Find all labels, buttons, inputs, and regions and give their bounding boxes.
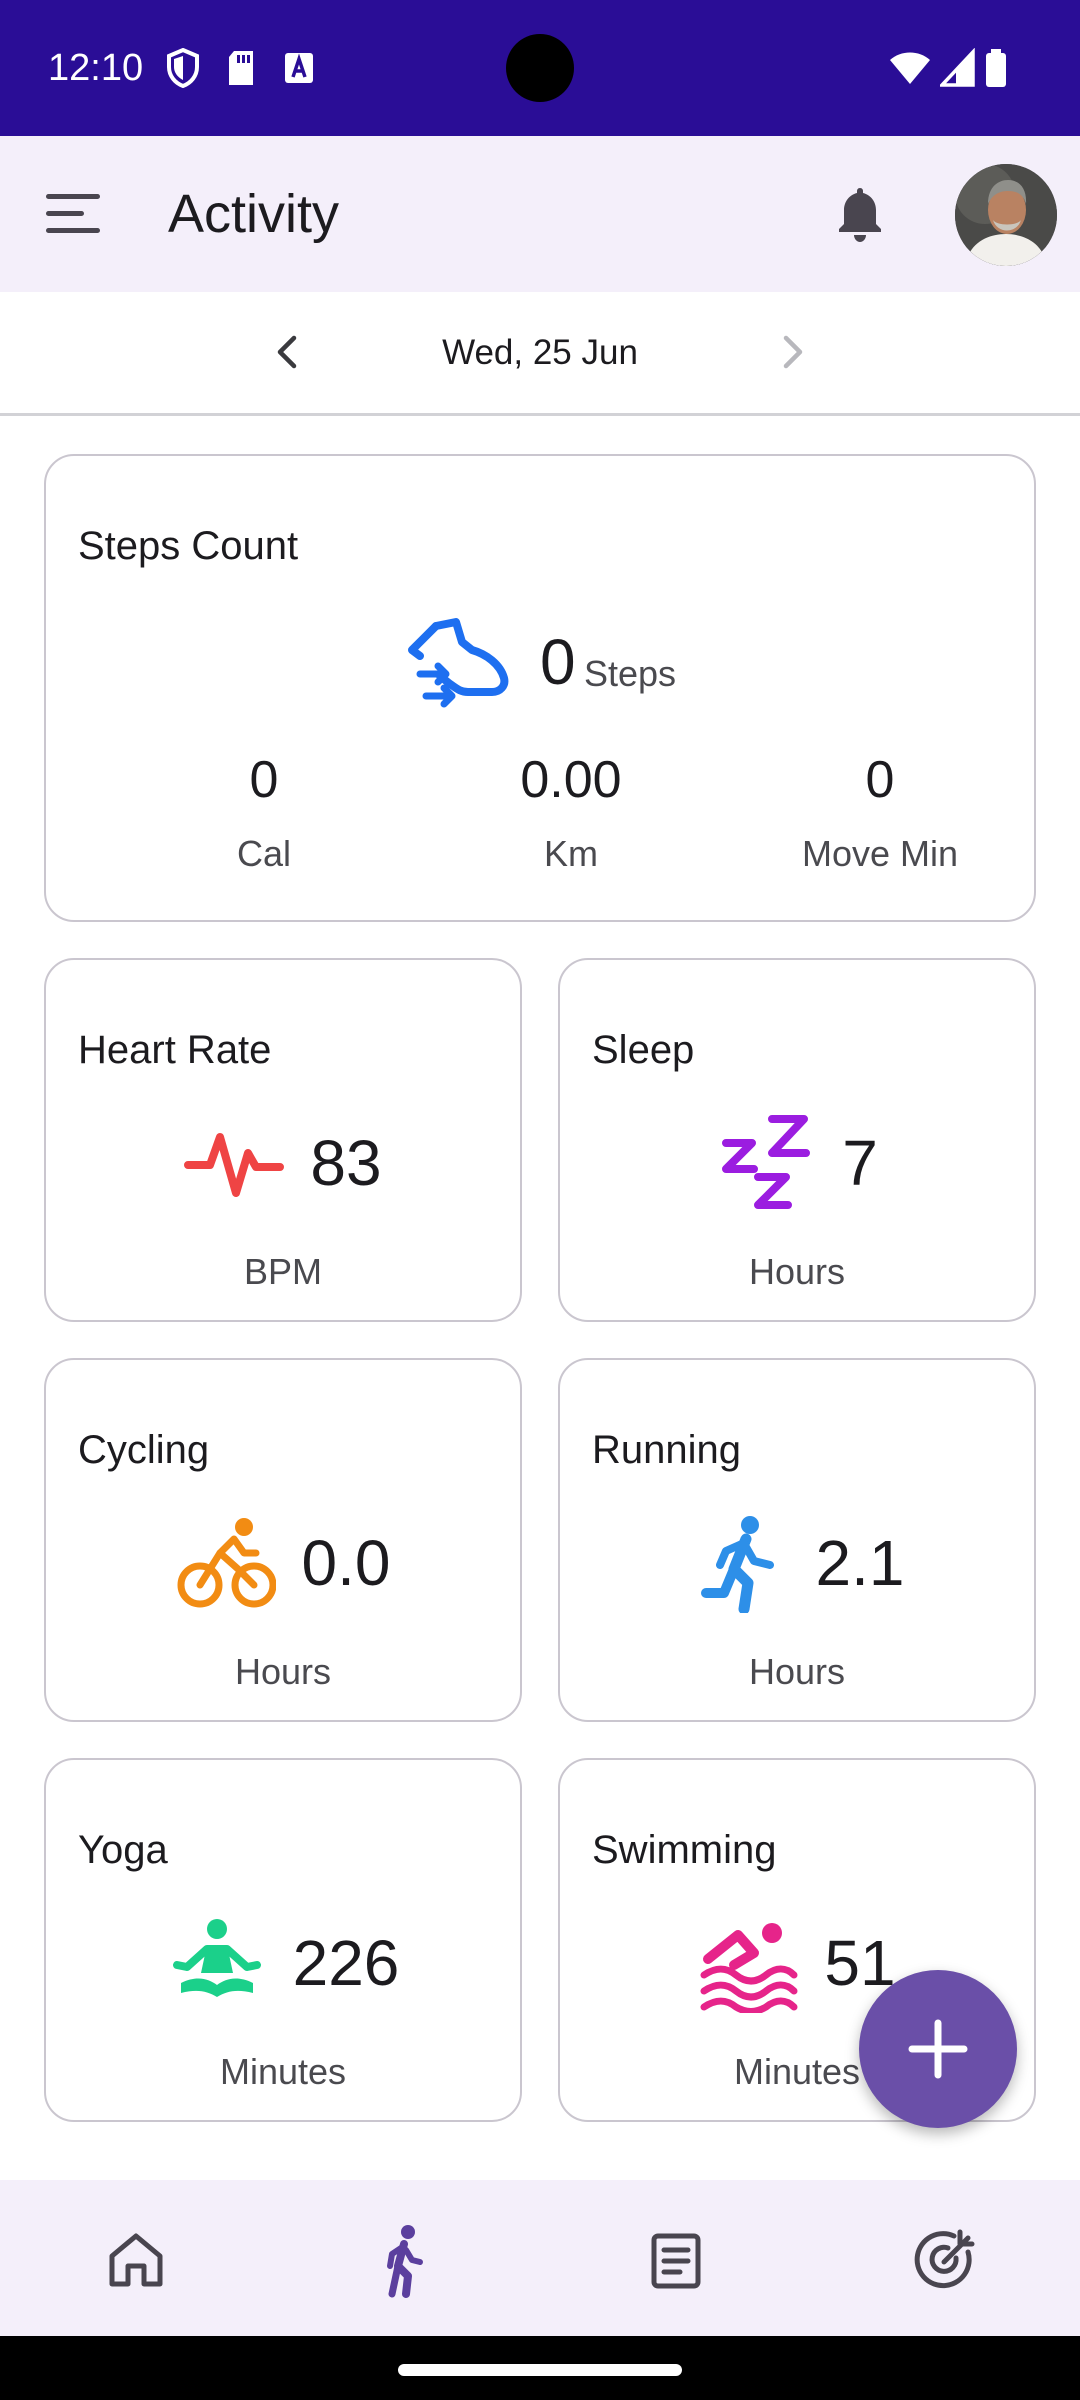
front-camera bbox=[506, 34, 574, 102]
chevron-left-icon[interactable] bbox=[262, 326, 314, 378]
metric-row: 0.0 bbox=[46, 1508, 520, 1618]
bicycle-icon bbox=[177, 1518, 276, 1608]
card-title: Swimming bbox=[592, 1828, 777, 1872]
page-title: Activity bbox=[168, 184, 340, 244]
sleep-zzz-icon bbox=[722, 1115, 811, 1209]
steps-count-card[interactable]: Steps Count 0 Steps 0 Cal 0.00 Km 0 Move… bbox=[44, 454, 1036, 922]
plus-icon bbox=[908, 2019, 968, 2079]
sleep-card[interactable]: Sleep 7 Hours bbox=[558, 958, 1036, 1322]
home-icon bbox=[109, 2233, 163, 2287]
card-title: Heart Rate bbox=[78, 1028, 272, 1072]
sleep-value: 7 bbox=[842, 1127, 878, 1199]
move-minutes-stat: 0 Move Min bbox=[750, 748, 1010, 876]
sleep-unit: Hours bbox=[748, 1251, 846, 1292]
card-title: Steps Count bbox=[78, 524, 299, 568]
running-unit: Hours bbox=[748, 1651, 846, 1692]
steps-unit: Steps bbox=[584, 653, 677, 694]
add-activity-fab[interactable] bbox=[859, 1970, 1017, 2128]
metric-row: 7 bbox=[560, 1108, 1034, 1218]
home-gesture-handle[interactable] bbox=[398, 2364, 682, 2376]
stat-label: Cal bbox=[236, 833, 292, 874]
date-navigator: Wed, 25 Jun bbox=[0, 292, 1080, 416]
nav-activity[interactable] bbox=[364, 2220, 444, 2300]
metric-row: 2.1 bbox=[560, 1508, 1034, 1618]
heart-pulse-icon bbox=[184, 1133, 285, 1197]
status-time: 12:10 bbox=[48, 47, 144, 89]
cycling-unit: Hours bbox=[234, 1651, 332, 1692]
card-title: Cycling bbox=[78, 1428, 210, 1472]
cell-signal-icon bbox=[940, 48, 975, 87]
cycling-card[interactable]: Cycling 0.0 Hours bbox=[44, 1358, 522, 1722]
card-title: Yoga bbox=[78, 1828, 168, 1872]
heart-rate-card[interactable]: Heart Rate 83 BPM bbox=[44, 958, 522, 1322]
calories-stat: 0 Cal bbox=[134, 748, 394, 876]
gesture-navigation-bar bbox=[0, 2336, 1080, 2400]
heart-rate-value: 83 bbox=[310, 1127, 382, 1199]
status-bar: 12:10 bbox=[0, 0, 1080, 136]
nav-goals[interactable] bbox=[906, 2220, 986, 2300]
bottom-navigation bbox=[0, 2180, 1080, 2336]
distance-stat: 0.00 Km bbox=[441, 748, 701, 876]
sd-card-icon bbox=[229, 51, 253, 85]
metric-row: 83 bbox=[46, 1108, 520, 1218]
stat-label: Move Min bbox=[801, 833, 959, 874]
wifi-icon bbox=[890, 52, 930, 84]
cycling-value: 0.0 bbox=[301, 1527, 391, 1599]
yoga-unit: Minutes bbox=[219, 2051, 347, 2092]
menu-icon[interactable] bbox=[38, 184, 108, 244]
shoe-steps-icon bbox=[408, 618, 509, 708]
nav-home[interactable] bbox=[96, 2220, 176, 2300]
running-value: 2.1 bbox=[815, 1527, 905, 1599]
notifications-bell-icon[interactable] bbox=[828, 182, 892, 246]
goals-target-icon bbox=[914, 2229, 975, 2289]
chevron-right-icon[interactable] bbox=[766, 326, 818, 378]
text-a-icon bbox=[285, 53, 313, 83]
running-card[interactable]: Running 2.1 Hours bbox=[558, 1358, 1036, 1722]
yoga-card[interactable]: Yoga 226 Minutes bbox=[44, 1758, 522, 2122]
shield-icon bbox=[167, 48, 199, 88]
nav-notes[interactable] bbox=[636, 2220, 716, 2300]
stat-label: Km bbox=[544, 833, 598, 874]
stat-value: 0 bbox=[865, 751, 895, 809]
yoga-icon bbox=[172, 1919, 261, 1997]
stat-value: 0.00 bbox=[520, 751, 622, 809]
swimming-icon bbox=[700, 1923, 798, 2013]
activity-walk-icon bbox=[387, 2225, 423, 2298]
profile-photo bbox=[955, 164, 1057, 266]
metric-row: 226 bbox=[46, 1908, 520, 2018]
battery-icon bbox=[986, 49, 1006, 87]
selected-date: Wed, 25 Jun bbox=[442, 333, 638, 372]
running-icon bbox=[700, 1516, 774, 1613]
stat-value: 0 bbox=[249, 751, 279, 809]
top-app-bar: Activity bbox=[0, 136, 1080, 292]
yoga-value: 226 bbox=[292, 1927, 400, 1999]
heart-rate-unit: BPM bbox=[243, 1251, 322, 1292]
user-avatar[interactable] bbox=[955, 164, 1057, 266]
card-title: Sleep bbox=[592, 1028, 695, 1072]
steps-value: 0 bbox=[540, 626, 576, 698]
card-title: Running bbox=[592, 1428, 742, 1472]
notes-icon bbox=[651, 2233, 701, 2289]
